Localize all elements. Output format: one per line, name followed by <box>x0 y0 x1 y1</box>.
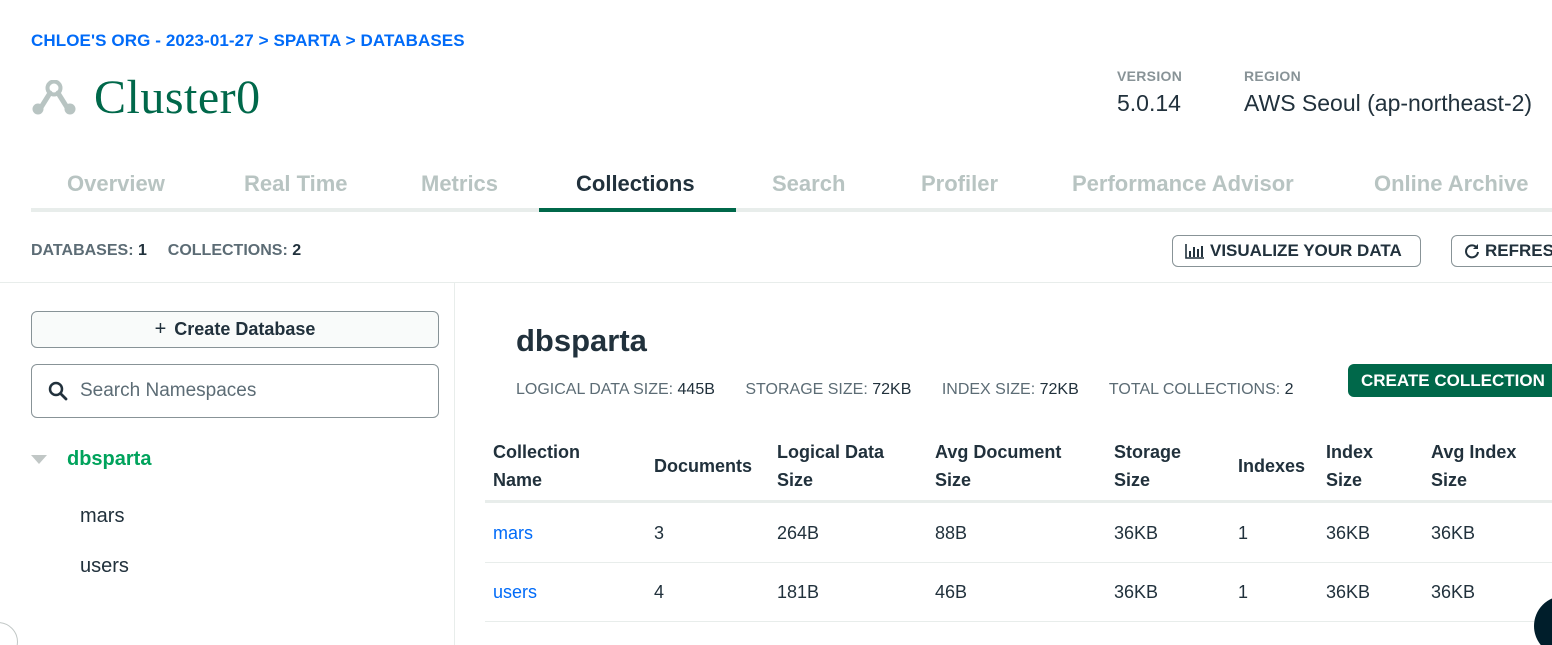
caret-down-icon[interactable] <box>31 455 47 464</box>
indexes-cell: 1 <box>1238 582 1249 602</box>
avg-index-size-cell: 36KB <box>1431 523 1476 543</box>
column-header-index-size[interactable]: Index Size <box>1326 438 1373 494</box>
column-header-collection-name[interactable]: Collection Name <box>493 438 580 494</box>
avg-document-size-cell: 46B <box>935 582 968 602</box>
cluster-icon <box>32 80 76 115</box>
cluster-tabs: Overview Real Time Metrics Collections S… <box>31 162 1552 212</box>
tab-metrics[interactable]: Metrics <box>421 171 498 197</box>
region-label: REGION <box>1244 68 1302 84</box>
collections-count-value: 2 <box>292 242 302 259</box>
avg-index-size-cell: 36KB <box>1431 582 1476 602</box>
table-row: users 4 181B 46B 36KB 1 36KB 36KB <box>485 562 1552 622</box>
total-collections-stat: TOTAL COLLECTIONS: 2 <box>1108 381 1294 398</box>
storage-size-cell: 36KB <box>1114 582 1159 602</box>
version-value: 5.0.14 <box>1117 90 1181 116</box>
index-size-cell: 36KB <box>1326 523 1371 543</box>
tree-database-dbsparta[interactable]: dbsparta <box>31 448 151 471</box>
refresh-icon <box>1465 244 1479 259</box>
documents-cell: 4 <box>654 582 665 602</box>
sidebar-divider <box>454 283 455 645</box>
tab-performance-advisor[interactable]: Performance Advisor <box>1072 171 1294 197</box>
region-info: REGION AWS Seoul (ap-northeast-2) <box>1244 68 1532 117</box>
tab-search[interactable]: Search <box>772 171 845 197</box>
column-header-avg-index-size[interactable]: Avg Index Size <box>1431 438 1516 494</box>
search-icon <box>48 381 68 401</box>
collection-link-users[interactable]: users <box>493 582 537 603</box>
active-tab-indicator <box>539 208 736 212</box>
storage-size-stat: STORAGE SIZE: 72KB <box>745 381 912 398</box>
storage-size-cell: 36KB <box>1114 523 1159 543</box>
create-database-label: Create Database <box>174 319 316 339</box>
version-info: VERSION 5.0.14 <box>1117 68 1182 117</box>
create-collection-button[interactable]: CREATE COLLECTION <box>1348 364 1552 397</box>
documents-cell: 3 <box>654 523 665 543</box>
indexes-cell: 1 <box>1238 523 1249 543</box>
logical-data-size-stat: LOGICAL DATA SIZE: 445B <box>516 381 715 398</box>
region-value: AWS Seoul (ap-northeast-2) <box>1244 90 1533 116</box>
table-row: mars 3 264B 88B 36KB 1 36KB 36KB <box>485 503 1552 563</box>
namespace-counts: DATABASES: 1 COLLECTIONS: 2 <box>31 242 301 260</box>
tab-real-time[interactable]: Real Time <box>244 171 348 197</box>
tree-collection-mars[interactable]: mars <box>80 505 124 528</box>
column-header-logical-data-size[interactable]: Logical Data Size <box>777 438 884 494</box>
database-title: dbsparta <box>516 323 647 358</box>
tab-collections[interactable]: Collections <box>576 171 695 197</box>
refresh-button[interactable]: REFRESH <box>1451 235 1552 267</box>
index-size-cell: 36KB <box>1326 582 1371 602</box>
databases-count-label: DATABASES: <box>31 242 134 259</box>
plus-icon: + <box>154 318 167 340</box>
chart-icon <box>1185 244 1204 259</box>
column-header-avg-document-size[interactable]: Avg Document Size <box>935 438 1061 494</box>
breadcrumb[interactable]: CHLOE'S ORG - 2023-01-27 > SPARTA > DATA… <box>31 31 465 51</box>
column-header-documents[interactable]: Documents <box>654 452 752 480</box>
column-header-indexes[interactable]: Indexes <box>1238 452 1305 480</box>
databases-count-value: 1 <box>137 242 147 259</box>
collection-link-mars[interactable]: mars <box>493 523 533 544</box>
index-size-stat: INDEX SIZE: 72KB <box>941 381 1079 398</box>
refresh-label: REFRESH <box>1485 241 1552 260</box>
create-database-button[interactable]: + Create Database <box>31 311 439 348</box>
tree-database-label: dbsparta <box>67 448 152 470</box>
visualize-data-button[interactable]: VISUALIZE YOUR DATA <box>1172 235 1421 267</box>
search-namespaces-box <box>31 364 439 418</box>
tab-online-archive[interactable]: Online Archive <box>1374 171 1528 197</box>
database-stats: LOGICAL DATA SIZE: 445B STORAGE SIZE: 72… <box>516 381 1320 399</box>
visualize-data-label: VISUALIZE YOUR DATA <box>1210 241 1402 260</box>
tree-collection-users[interactable]: users <box>80 555 129 578</box>
tab-profiler[interactable]: Profiler <box>921 171 998 197</box>
column-header-storage-size[interactable]: Storage Size <box>1114 438 1181 494</box>
version-label: VERSION <box>1117 68 1183 84</box>
search-namespaces-input[interactable] <box>80 380 410 402</box>
cluster-title: Cluster0 <box>94 71 261 124</box>
section-divider <box>0 282 1552 283</box>
collections-count-label: COLLECTIONS: <box>167 242 288 259</box>
logical-size-cell: 264B <box>777 523 820 543</box>
logical-size-cell: 181B <box>777 582 820 602</box>
avg-document-size-cell: 88B <box>935 523 968 543</box>
collapse-sidebar-button[interactable] <box>0 622 18 645</box>
tab-overview[interactable]: Overview <box>67 171 165 197</box>
